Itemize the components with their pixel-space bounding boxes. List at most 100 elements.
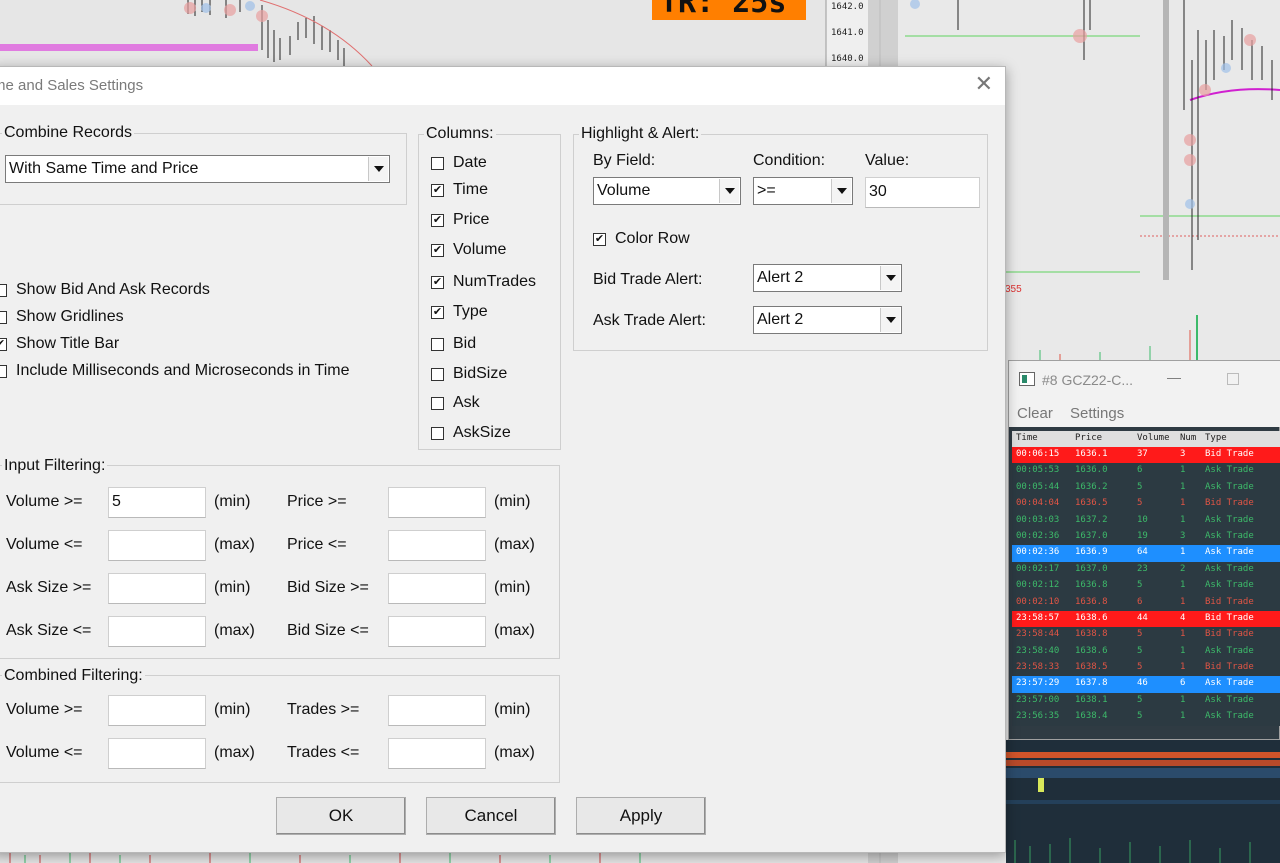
checkbox-box[interactable] bbox=[431, 367, 444, 381]
chevron-down-icon[interactable] bbox=[831, 179, 851, 203]
color-row-checkbox[interactable]: ✔ Color Row bbox=[593, 230, 690, 248]
apply-button[interactable]: Apply bbox=[576, 797, 706, 835]
cell-time: 23:58:44 bbox=[1016, 629, 1060, 640]
ask-trade-alert-dropdown[interactable]: Alert 2 bbox=[753, 306, 902, 334]
option-checkbox[interactable]: Show Gridlines bbox=[0, 308, 124, 326]
col-header-type[interactable]: Type bbox=[1205, 433, 1227, 443]
checkbox-box[interactable] bbox=[431, 426, 444, 440]
column-checkbox-ask[interactable]: Ask bbox=[431, 394, 480, 412]
by-field-dropdown[interactable]: Volume bbox=[593, 177, 741, 205]
column-checkbox-bid[interactable]: Bid bbox=[431, 335, 476, 353]
cell-time: 00:05:44 bbox=[1016, 481, 1060, 492]
filter-input[interactable] bbox=[108, 695, 206, 726]
table-row[interactable]: 00:02:36 1637.0 19 3 Ask Trade bbox=[1012, 528, 1280, 546]
table-row[interactable]: 00:06:15 1636.1 37 3 Bid Trade bbox=[1012, 447, 1280, 464]
filter-input[interactable] bbox=[388, 695, 486, 726]
filter-input[interactable] bbox=[388, 616, 486, 647]
cell-num: 1 bbox=[1180, 481, 1186, 492]
cell-price: 1638.4 bbox=[1075, 711, 1108, 722]
cell-volume: 6 bbox=[1137, 596, 1143, 607]
ts-titlebar[interactable]: #8 GCZ22-C... — bbox=[1009, 361, 1280, 399]
table-row[interactable]: 23:58:33 1638.5 5 1 Bid Trade bbox=[1012, 660, 1280, 677]
checkbox-box[interactable] bbox=[431, 156, 444, 170]
cell-time: 00:02:12 bbox=[1016, 580, 1060, 591]
checkbox-box[interactable] bbox=[0, 364, 7, 378]
maximize-icon[interactable] bbox=[1227, 373, 1239, 385]
filter-input[interactable] bbox=[108, 616, 206, 647]
checkbox-box[interactable]: ✔ bbox=[431, 305, 444, 319]
checkbox-box[interactable]: ✔ bbox=[431, 275, 444, 289]
option-checkbox-label: Show Title Bar bbox=[16, 335, 120, 352]
ts-window-title: #8 GCZ22-C... bbox=[1042, 372, 1134, 388]
checkbox-box[interactable]: ✔ bbox=[431, 183, 444, 197]
table-row[interactable]: 00:04:04 1636.5 5 1 Bid Trade bbox=[1012, 496, 1280, 513]
col-header-num[interactable]: Num bbox=[1180, 433, 1196, 443]
table-row[interactable]: 23:58:44 1638.8 5 1 Bid Trade bbox=[1012, 627, 1280, 644]
cancel-button[interactable]: Cancel bbox=[426, 797, 556, 835]
highlight-value-input[interactable]: 30 bbox=[865, 177, 980, 208]
column-checkbox-time[interactable]: ✔ Time bbox=[431, 181, 488, 199]
dialog-titlebar[interactable]: me and Sales Settings ✕ bbox=[0, 67, 1005, 105]
checkbox-box[interactable] bbox=[0, 283, 7, 297]
trades-table[interactable]: Time Price Volume Num Type 00:06:15 1636.… bbox=[1012, 431, 1280, 726]
chevron-down-icon[interactable] bbox=[368, 157, 388, 181]
chevron-down-icon[interactable] bbox=[719, 179, 739, 203]
column-checkbox-bidsize[interactable]: BidSize bbox=[431, 365, 507, 383]
chevron-down-icon[interactable] bbox=[880, 308, 900, 332]
checkbox-box[interactable]: ✔ bbox=[431, 243, 444, 257]
column-checkbox-numtrades[interactable]: ✔ NumTrades bbox=[431, 273, 536, 291]
table-row[interactable]: 23:58:40 1638.6 5 1 Ask Trade bbox=[1012, 643, 1280, 661]
column-checkbox-asksize[interactable]: AskSize bbox=[431, 424, 511, 442]
col-header-time[interactable]: Time bbox=[1016, 433, 1038, 443]
filter-label: Volume <= bbox=[6, 744, 83, 761]
minimize-icon[interactable]: — bbox=[1167, 369, 1181, 385]
filter-input[interactable] bbox=[108, 530, 206, 561]
table-row[interactable]: 00:05:53 1636.0 6 1 Ask Trade bbox=[1012, 463, 1280, 480]
option-checkbox[interactable]: Show Bid And Ask Records bbox=[0, 281, 210, 299]
col-header-price[interactable]: Price bbox=[1075, 433, 1102, 443]
bid-trade-alert-dropdown[interactable]: Alert 2 bbox=[753, 264, 902, 292]
filter-input[interactable] bbox=[388, 530, 486, 561]
table-row[interactable]: 00:02:10 1636.8 6 1 Bid Trade bbox=[1012, 594, 1280, 611]
col-header-volume[interactable]: Volume bbox=[1137, 433, 1170, 443]
condition-dropdown[interactable]: >= bbox=[753, 177, 853, 205]
color-row-label: Color Row bbox=[615, 230, 690, 247]
column-checkbox-price[interactable]: ✔ Price bbox=[431, 211, 489, 229]
filter-input[interactable] bbox=[388, 487, 486, 518]
checkbox-box[interactable]: ✔ bbox=[593, 232, 606, 246]
checkbox-box[interactable]: ✔ bbox=[431, 213, 444, 227]
chevron-down-icon[interactable] bbox=[880, 266, 900, 290]
filter-input[interactable] bbox=[108, 738, 206, 769]
table-row[interactable]: 00:03:03 1637.2 10 1 Ask Trade bbox=[1012, 512, 1280, 529]
menu-clear[interactable]: Clear bbox=[1017, 405, 1053, 422]
column-checkbox-type[interactable]: ✔ Type bbox=[431, 303, 488, 321]
column-checkbox-volume[interactable]: ✔ Volume bbox=[431, 241, 506, 259]
filter-input[interactable] bbox=[388, 738, 486, 769]
filter-label: Price <= bbox=[287, 536, 347, 553]
filter-input[interactable]: 5 bbox=[108, 487, 206, 518]
table-row[interactable]: 23:57:29 1637.8 46 6 Ask Trade bbox=[1012, 676, 1280, 693]
column-checkbox-date[interactable]: Date bbox=[431, 154, 487, 172]
table-row[interactable]: 00:02:36 1636.9 64 1 Ask Trade bbox=[1012, 545, 1280, 562]
table-row[interactable]: 00:02:12 1636.8 5 1 Ask Trade bbox=[1012, 578, 1280, 595]
checkbox-box[interactable] bbox=[431, 396, 444, 410]
cell-type: Ask Trade bbox=[1205, 481, 1254, 492]
option-checkbox[interactable]: ✔ Show Title Bar bbox=[0, 335, 119, 353]
checkbox-box[interactable]: ✔ bbox=[0, 337, 7, 351]
filter-input[interactable] bbox=[388, 573, 486, 604]
table-row[interactable]: 23:58:57 1638.6 44 4 Bid Trade bbox=[1012, 610, 1280, 628]
cell-type: Bid Trade bbox=[1205, 449, 1254, 459]
option-checkbox[interactable]: Include Milliseconds and Microseconds in… bbox=[0, 362, 349, 380]
cell-price: 1637.2 bbox=[1075, 514, 1108, 525]
combine-records-dropdown[interactable]: With Same Time and Price bbox=[5, 155, 390, 183]
filter-input[interactable] bbox=[108, 573, 206, 604]
table-row[interactable]: 00:05:44 1636.2 5 1 Ask Trade bbox=[1012, 479, 1280, 497]
table-row[interactable]: 23:57:00 1638.1 5 1 Ask Trade bbox=[1012, 692, 1280, 710]
checkbox-box[interactable] bbox=[0, 310, 7, 324]
table-row[interactable]: 23:56:35 1638.4 5 1 Ask Trade bbox=[1012, 709, 1280, 726]
table-row[interactable]: 00:02:17 1637.0 23 2 Ask Trade bbox=[1012, 561, 1280, 579]
checkbox-box[interactable] bbox=[431, 337, 444, 351]
menu-settings[interactable]: Settings bbox=[1070, 405, 1124, 422]
close-icon[interactable]: ✕ bbox=[975, 71, 993, 97]
ok-button[interactable]: OK bbox=[276, 797, 406, 835]
